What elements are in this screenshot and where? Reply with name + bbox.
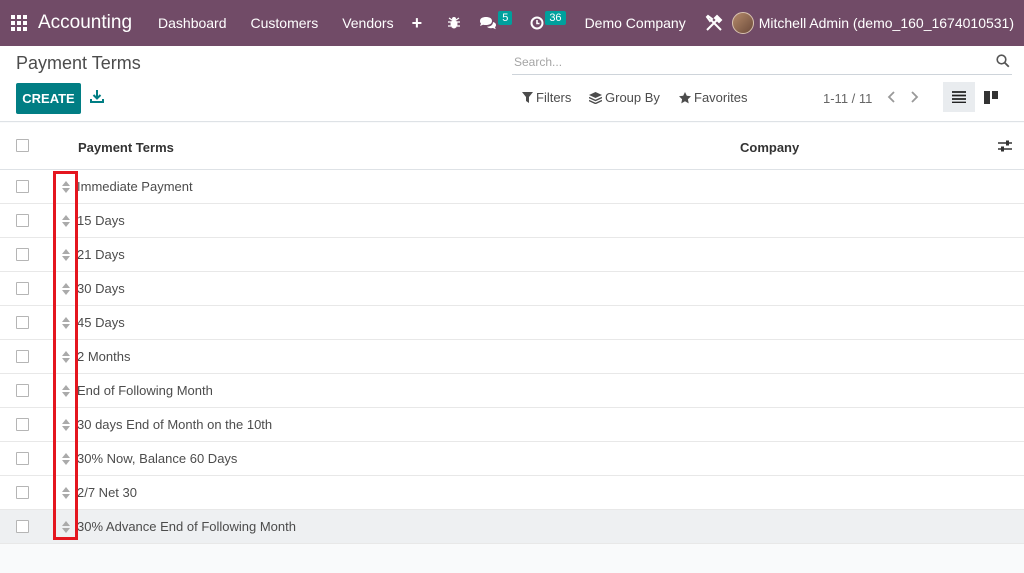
drag-handle-icon[interactable] — [61, 283, 71, 295]
row-checkbox[interactable] — [16, 384, 29, 397]
kanban-view-button[interactable] — [980, 82, 1002, 112]
drag-handle-icon[interactable] — [61, 181, 71, 193]
top-navbar: Accounting Dashboard Customers Vendors +… — [0, 0, 1024, 46]
table-row[interactable]: End of Following Month — [0, 374, 1024, 408]
row-checkbox[interactable] — [16, 486, 29, 499]
payment-term-name: 30 days End of Month on the 10th — [77, 417, 273, 432]
table-row[interactable]: Immediate Payment — [0, 170, 1024, 204]
filters-button[interactable]: Filters — [522, 90, 571, 105]
groupby-button[interactable]: Group By — [589, 90, 660, 105]
activities-badge: 36 — [545, 11, 566, 25]
messages-icon[interactable]: 5 — [479, 11, 513, 30]
menu-customers[interactable]: Customers — [251, 15, 319, 31]
row-checkbox[interactable] — [16, 282, 29, 295]
page-footer-space — [0, 545, 1024, 573]
payment-term-name: 15 Days — [77, 213, 125, 228]
list-view-button[interactable] — [943, 82, 975, 112]
optional-columns-icon[interactable] — [998, 140, 1012, 155]
drag-handle-icon[interactable] — [61, 317, 71, 329]
drag-handle-icon[interactable] — [61, 487, 71, 499]
row-checkbox[interactable] — [16, 418, 29, 431]
tools-icon[interactable] — [705, 14, 723, 32]
add-menu-button[interactable]: + — [412, 13, 423, 34]
payment-term-name: 45 Days — [77, 315, 125, 330]
payment-term-name: Immediate Payment — [77, 179, 193, 194]
table-row[interactable]: 45 Days — [0, 306, 1024, 340]
menu-vendors[interactable]: Vendors — [342, 15, 393, 31]
table-row[interactable]: 30% Advance End of Following Month — [0, 510, 1024, 544]
drag-handle-icon[interactable] — [61, 419, 71, 431]
pager-nav — [886, 90, 920, 104]
company-switcher[interactable]: Demo Company — [585, 15, 686, 31]
table-row[interactable]: 2 Months — [0, 340, 1024, 374]
drag-handle-icon[interactable] — [61, 453, 71, 465]
table-row[interactable]: 15 Days — [0, 204, 1024, 238]
table-row[interactable]: 30 days End of Month on the 10th — [0, 408, 1024, 442]
create-button[interactable]: CREATE — [16, 83, 81, 114]
drag-handle-icon[interactable] — [61, 215, 71, 227]
groupby-label: Group By — [605, 90, 660, 105]
select-all-checkbox[interactable] — [16, 139, 29, 152]
drag-handle-icon[interactable] — [61, 521, 71, 533]
filters-label: Filters — [536, 90, 572, 105]
filter-icon — [522, 92, 533, 103]
drag-handle-icon[interactable] — [61, 249, 71, 261]
table-row[interactable]: 2/7 Net 30 — [0, 476, 1024, 510]
payment-term-name: 2/7 Net 30 — [77, 485, 137, 500]
control-panel: Payment Terms CREATE Filters Group By Fa… — [0, 46, 1024, 122]
star-icon — [679, 91, 691, 103]
drag-handle-icon[interactable] — [61, 385, 71, 397]
list-icon — [952, 91, 966, 103]
apps-menu-icon[interactable] — [0, 0, 38, 46]
payment-term-name: 2 Months — [77, 349, 131, 364]
user-avatar[interactable] — [731, 12, 754, 34]
row-checkbox[interactable] — [16, 180, 29, 193]
search-bar — [512, 51, 1012, 75]
payment-term-name: 30 Days — [77, 281, 125, 296]
row-checkbox[interactable] — [16, 214, 29, 227]
table-row[interactable]: 30% Now, Balance 60 Days — [0, 442, 1024, 476]
row-checkbox[interactable] — [16, 520, 29, 533]
chevron-left-icon[interactable] — [886, 90, 898, 104]
row-checkbox[interactable] — [16, 350, 29, 363]
favorites-label: Favorites — [694, 90, 748, 105]
messages-badge: 5 — [498, 11, 513, 25]
menu-dashboard[interactable]: Dashboard — [158, 15, 227, 31]
row-checkbox[interactable] — [16, 316, 29, 329]
column-header-payment-terms[interactable]: Payment Terms — [78, 140, 174, 155]
column-header-company[interactable]: Company — [740, 140, 799, 155]
layers-icon — [589, 91, 602, 104]
payment-term-name: 30% Advance End of Following Month — [77, 519, 296, 534]
pager-value[interactable]: 1-11 / 11 — [823, 91, 872, 106]
table-row[interactable]: 21 Days — [0, 238, 1024, 272]
activities-clock-icon[interactable]: 36 — [530, 11, 566, 30]
download-icon[interactable] — [90, 89, 104, 108]
app-name[interactable]: Accounting — [38, 12, 132, 34]
kanban-icon — [984, 90, 998, 104]
debug-bug-icon[interactable] — [447, 16, 461, 30]
breadcrumb-title: Payment Terms — [16, 53, 141, 73]
user-menu[interactable]: Mitchell Admin (demo_160_1674010531) — [759, 15, 1014, 31]
drag-handle-icon[interactable] — [61, 351, 71, 363]
favorites-button[interactable]: Favorites — [679, 90, 747, 105]
search-icon[interactable] — [996, 54, 1010, 73]
payment-term-name: 21 Days — [77, 247, 125, 262]
table-row[interactable]: 30 Days — [0, 272, 1024, 306]
payment-term-name: End of Following Month — [77, 383, 213, 398]
row-checkbox[interactable] — [16, 452, 29, 465]
payment-terms-table: Payment Terms Company Immediate Payment … — [0, 123, 1024, 544]
chevron-right-icon[interactable] — [908, 90, 920, 104]
table-header: Payment Terms Company — [0, 123, 1024, 170]
search-input[interactable] — [512, 51, 972, 73]
payment-term-name: 30% Now, Balance 60 Days — [77, 451, 238, 466]
row-checkbox[interactable] — [16, 248, 29, 261]
